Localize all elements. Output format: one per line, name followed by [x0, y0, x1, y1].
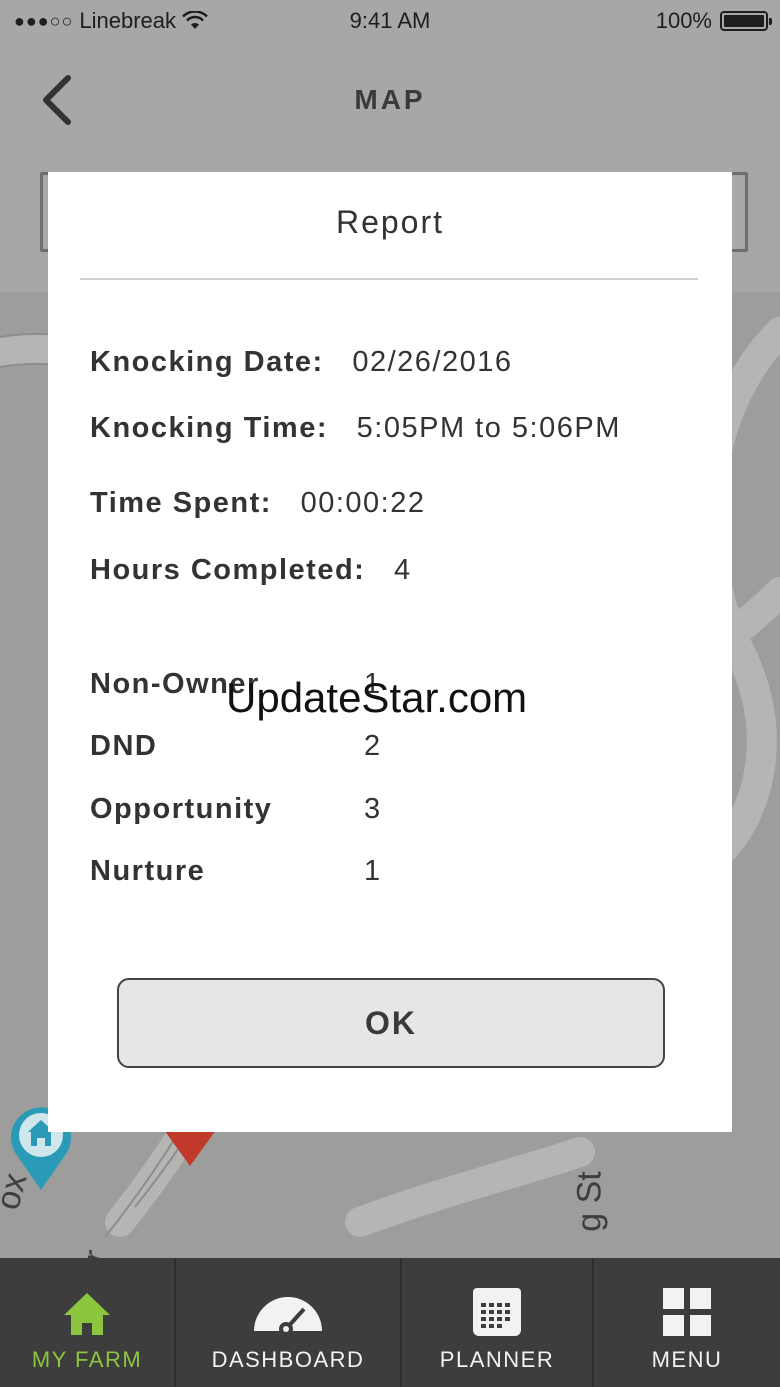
tab-bar: MY FARM DASHBOARD PLANNER MENU [0, 1258, 780, 1387]
dialog-title: Report [335, 204, 445, 240]
pin-icon [164, 1130, 216, 1166]
knocking-time-row: Knocking Time: 5:05PM to 5:06PM [90, 412, 621, 445]
knocking-time-value: 5:05PM to 5:06PM [356, 412, 621, 444]
ok-button[interactable]: OK [117, 978, 665, 1068]
knocking-date-value: 02/26/2016 [352, 346, 513, 378]
category-label: DND [90, 730, 158, 762]
tab-label: MENU [651, 1347, 723, 1372]
tab-planner[interactable]: PLANNER [402, 1258, 594, 1387]
battery-icon [720, 11, 772, 31]
page-title: MAP [354, 84, 426, 115]
category-value: 2 [364, 730, 381, 762]
tab-label: DASHBOARD [211, 1347, 365, 1372]
time-spent-value: 00:00:22 [300, 487, 426, 519]
hours-completed-value: 4 [394, 554, 412, 586]
battery-group: 100% [655, 8, 772, 34]
category-label: Nurture [90, 855, 206, 887]
category-value: 1 [364, 855, 381, 887]
knocking-time-label: Knocking Time: [90, 412, 328, 444]
watermark-text: UpdateStar.com [226, 674, 528, 721]
time-spent-row: Time Spent: 00:00:22 [90, 487, 426, 520]
tab-label: PLANNER [439, 1347, 555, 1372]
tab-label: MY FARM [31, 1347, 143, 1372]
street-label: g St [570, 1171, 609, 1232]
gauge-icon [254, 1297, 322, 1336]
home-icon [64, 1293, 110, 1335]
calendar-icon [473, 1288, 521, 1336]
report-dialog: Report Knocking Date: 02/26/2016 Knockin… [48, 172, 732, 1132]
status-bar: ●●●○○ Linebreak 9:41 AM 100% [0, 0, 780, 44]
time-spent-label: Time Spent: [90, 487, 272, 519]
category-value: 3 [364, 793, 381, 825]
battery-percent: 100% [655, 8, 712, 33]
tab-my-farm[interactable]: MY FARM [0, 1258, 176, 1387]
category-label: Opportunity [90, 793, 273, 825]
knocking-date-row: Knocking Date: 02/26/2016 [90, 346, 513, 379]
knocking-date-label: Knocking Date: [90, 346, 324, 378]
hours-completed-label: Hours Completed: [90, 554, 366, 586]
divider [80, 278, 698, 280]
tab-menu[interactable]: MENU [594, 1258, 780, 1387]
tab-dashboard[interactable]: DASHBOARD [176, 1258, 402, 1387]
grid-icon [663, 1288, 711, 1336]
hours-completed-row: Hours Completed: 4 [90, 554, 412, 587]
